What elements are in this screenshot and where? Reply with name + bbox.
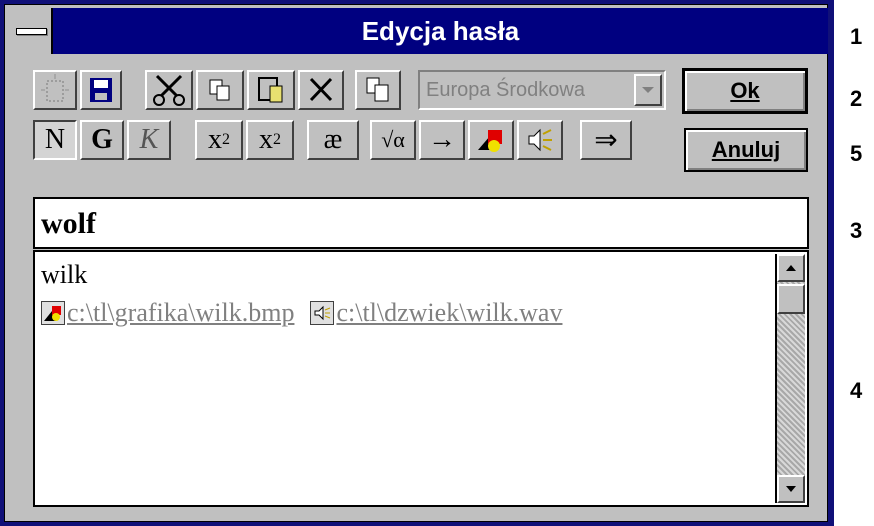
duplicate-button[interactable] xyxy=(355,70,401,110)
superscript-base: x xyxy=(208,124,222,155)
new-icon xyxy=(41,74,69,102)
cut-button[interactable] xyxy=(145,70,193,110)
media-links: c:\tl\grafika\wilk.bmp c:\tl\dzwiek\wilk… xyxy=(41,298,562,328)
superscript-label: x2 xyxy=(197,122,241,158)
double-arrow-label: ⇒ xyxy=(594,125,618,156)
ok-button[interactable]: Ok xyxy=(682,68,808,114)
superscript-exp: 2 xyxy=(222,131,230,148)
cancel-button[interactable]: Anuluj xyxy=(684,128,808,172)
special-char-button[interactable]: æ xyxy=(307,120,359,160)
cancel-label: Anuluj xyxy=(711,137,781,162)
title-bar: Edycja hasła xyxy=(9,8,828,54)
callout-4: 4 xyxy=(850,378,863,403)
arrow-up-icon xyxy=(786,265,796,271)
duplicate-icon xyxy=(366,77,389,102)
insert-picture-button[interactable] xyxy=(468,120,514,160)
normal-style-button[interactable]: N xyxy=(33,120,77,160)
normal-style-label: N xyxy=(44,124,66,155)
chevron-down-icon[interactable] xyxy=(634,74,662,106)
bold-button[interactable]: G xyxy=(80,120,124,160)
copy-icon xyxy=(209,79,230,101)
special-char-label: æ xyxy=(323,124,343,155)
subscript-idx: 2 xyxy=(273,131,281,148)
system-menu-button[interactable] xyxy=(9,8,53,54)
symbol-button[interactable]: √α xyxy=(370,120,416,160)
double-arrow-button[interactable]: ⇒ xyxy=(580,120,632,160)
new-button[interactable] xyxy=(33,70,77,110)
picture-icon xyxy=(478,130,502,152)
ok-label: Ok xyxy=(730,78,760,103)
vertical-scrollbar[interactable] xyxy=(775,254,805,503)
copy-button[interactable] xyxy=(196,70,244,110)
subscript-label: x2 xyxy=(248,122,292,158)
picture-icon xyxy=(41,301,65,325)
headword-value: wolf xyxy=(41,207,96,240)
image-link[interactable]: c:\tl\grafika\wilk.bmp xyxy=(67,298,294,328)
headword-input[interactable]: wolf xyxy=(33,197,809,249)
superscript-button[interactable]: x2 xyxy=(195,120,243,160)
scroll-up-button[interactable] xyxy=(777,254,805,282)
insert-sound-button[interactable] xyxy=(517,120,563,160)
paste-icon xyxy=(258,77,283,103)
subscript-base: x xyxy=(259,124,273,155)
save-icon xyxy=(90,78,112,102)
delete-icon xyxy=(309,77,333,102)
translation-text: wilk xyxy=(41,260,88,289)
sound-link[interactable]: c:\tl\dzwiek\wilk.wav xyxy=(336,298,562,328)
scissors-icon xyxy=(153,74,185,106)
paste-button[interactable] xyxy=(247,70,295,110)
scroll-down-button[interactable] xyxy=(777,475,805,503)
callout-3: 3 xyxy=(850,218,863,243)
callout-5: 5 xyxy=(850,141,863,166)
italic-button[interactable]: K xyxy=(127,120,171,160)
scroll-thumb[interactable] xyxy=(777,284,805,314)
arrow-label: → xyxy=(428,124,456,155)
symbol-label: √α xyxy=(381,127,405,152)
region-select-value: Europa Środkowa xyxy=(426,79,585,101)
italic-label: K xyxy=(139,124,159,155)
subscript-button[interactable]: x2 xyxy=(246,120,294,160)
arrow-down-icon xyxy=(786,486,796,492)
system-menu-icon xyxy=(16,28,47,35)
delete-button[interactable] xyxy=(298,70,344,110)
callout-1: 1 xyxy=(850,24,863,49)
region-select[interactable]: Europa Środkowa xyxy=(418,70,666,110)
link-arrow-button[interactable]: → xyxy=(419,120,465,160)
save-button[interactable] xyxy=(80,70,122,110)
speaker-icon xyxy=(310,301,335,325)
entry-body[interactable]: wilk c:\tl\grafika\wilk.bmp c:\tl\dzwiek… xyxy=(33,250,809,507)
callout-2: 2 xyxy=(850,86,863,111)
window-title: Edycja hasła xyxy=(361,16,520,46)
speaker-icon xyxy=(528,128,552,152)
bold-label: G xyxy=(91,124,113,155)
